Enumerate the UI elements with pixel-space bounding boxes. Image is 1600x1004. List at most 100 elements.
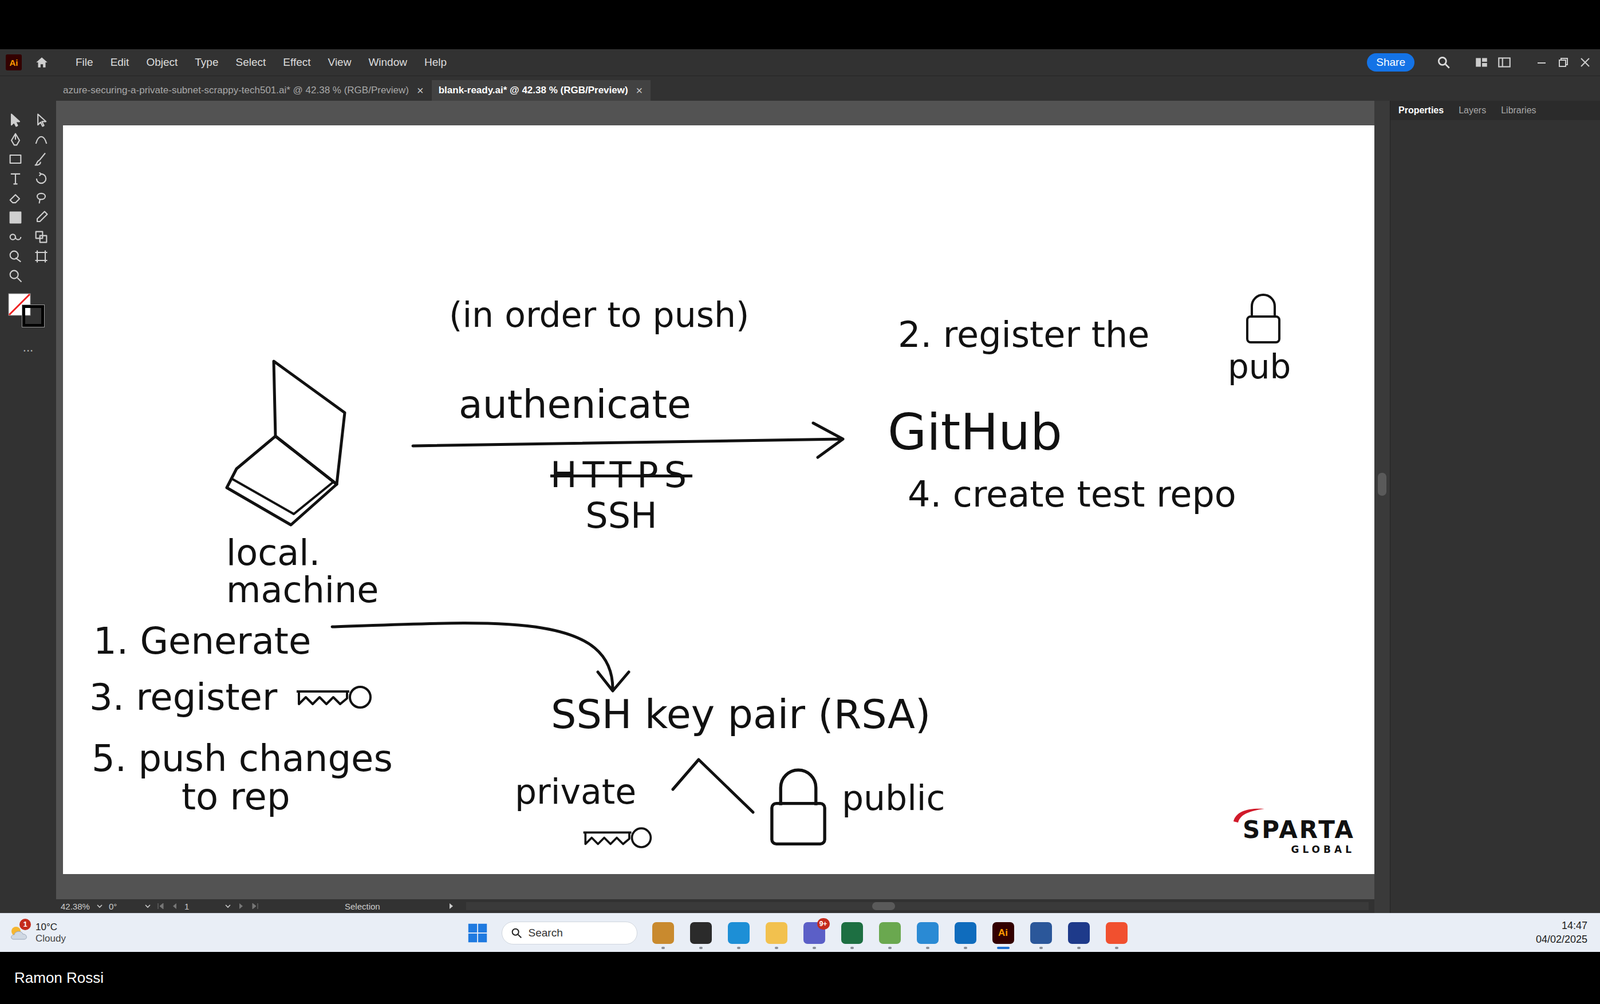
chevron-down-icon[interactable]	[224, 903, 232, 910]
rotation-field[interactable]: 0°	[108, 901, 139, 912]
arrange-documents-icon[interactable]	[1474, 54, 1489, 70]
label-line: local.	[226, 534, 379, 572]
rotate-tool-icon[interactable]	[33, 170, 50, 187]
menu-item[interactable]: Window	[368, 56, 408, 69]
taskbar-app[interactable]	[953, 917, 978, 950]
tab-close-button[interactable]: ×	[416, 84, 424, 98]
lasso-tool-icon[interactable]	[33, 190, 50, 207]
public-key-lock-icon	[765, 765, 832, 847]
shape-builder-tool-icon[interactable]	[7, 248, 24, 265]
step-2-text: 2. register the	[897, 316, 1150, 354]
home-icon[interactable]	[34, 54, 50, 70]
menu-item[interactable]: Edit	[110, 56, 130, 69]
blend-tool-icon[interactable]	[7, 229, 24, 246]
zoom-tool-icon[interactable]	[7, 268, 24, 285]
chevron-down-icon[interactable]	[96, 903, 104, 910]
weather-widget[interactable]: 110°CCloudy	[8, 921, 66, 945]
artboard-number-field[interactable]: 1	[184, 901, 219, 912]
search-icon	[510, 927, 523, 940]
workspace-icon[interactable]	[1496, 54, 1512, 70]
vertical-scrollbar[interactable]	[1374, 100, 1390, 914]
taskbar-app[interactable]	[764, 917, 789, 950]
note-text: (in order to push)	[448, 297, 750, 334]
taskbar-search-box[interactable]: Search	[501, 921, 638, 945]
status-menu-arrow-icon[interactable]	[447, 903, 455, 910]
brush-tool-icon[interactable]	[33, 151, 50, 168]
more-tools-button[interactable]: ...	[22, 340, 34, 356]
menu-item[interactable]: View	[328, 56, 352, 69]
panel-tab[interactable]: Libraries	[1500, 105, 1536, 116]
running-indicator	[850, 947, 854, 950]
pen-tool-icon[interactable]	[7, 131, 24, 148]
app-icon	[652, 922, 675, 945]
panel-tab[interactable]: Properties	[1398, 105, 1444, 116]
chevron-down-icon[interactable]	[144, 903, 152, 910]
taskbar-app[interactable]	[915, 917, 940, 950]
taskbar-app[interactable]	[1029, 917, 1054, 950]
direct-selection-tool-icon[interactable]	[33, 112, 50, 129]
running-indicator	[661, 947, 665, 950]
step-3-text: 3. register	[89, 678, 278, 717]
taskbar-app[interactable]	[1104, 917, 1129, 950]
app-icon	[954, 922, 977, 945]
panel-tab[interactable]: Layers	[1458, 105, 1487, 116]
app-icon	[727, 922, 750, 945]
menu-item[interactable]: Help	[424, 56, 447, 69]
close-icon[interactable]	[1578, 55, 1592, 70]
menu-item[interactable]: Effect	[282, 56, 311, 69]
running-indicator	[774, 947, 779, 950]
type-tool-icon[interactable]	[7, 170, 24, 187]
taskbar-app[interactable]	[688, 917, 713, 950]
search-icon[interactable]	[1436, 54, 1452, 70]
eraser-tool-icon[interactable]	[7, 190, 24, 207]
eyedropper-tool-icon[interactable]	[33, 209, 50, 226]
free-transform-tool-icon[interactable]	[33, 229, 50, 246]
artboard-tool-icon[interactable]	[33, 248, 50, 265]
stroke-black-icon[interactable]	[21, 304, 45, 328]
document-tab[interactable]: blank-ready.ai* @ 42.38 % (RGB/Preview)×	[431, 80, 652, 101]
selection-tool-icon[interactable]	[7, 112, 24, 129]
taskbar-app[interactable]	[877, 917, 902, 950]
gradient-tool-icon[interactable]	[7, 209, 24, 226]
next-artboard-icon[interactable]	[237, 903, 246, 910]
top-letterbox	[0, 0, 1600, 50]
rectangle-tool-icon[interactable]	[7, 151, 24, 168]
restore-icon[interactable]	[1556, 55, 1571, 70]
taskbar-app[interactable]	[840, 917, 865, 950]
taskbar-app[interactable]	[651, 917, 676, 950]
first-artboard-icon[interactable]	[156, 903, 165, 910]
weather-condition: Cloudy	[35, 933, 66, 945]
notification-badge: 9+	[817, 918, 830, 930]
artboard[interactable]: (in order to push)authenicateHTTPSSSH2. …	[62, 125, 1375, 875]
app-icon	[916, 922, 939, 945]
taskbar-app[interactable]	[1066, 917, 1091, 950]
taskbar-app[interactable]: Ai	[991, 917, 1016, 950]
curvature-tool-icon[interactable]	[33, 131, 50, 148]
previous-artboard-icon[interactable]	[170, 903, 179, 910]
private-key-icon	[294, 681, 373, 715]
menu-item[interactable]: Type	[194, 56, 219, 69]
app-icon: Ai	[992, 922, 1015, 945]
fill-stroke-swatches[interactable]	[8, 293, 49, 329]
tab-close-button[interactable]: ×	[636, 84, 644, 98]
share-button[interactable]: Share	[1366, 53, 1415, 72]
document-tab[interactable]: azure-securing-a-private-subnet-scrappy-…	[56, 80, 432, 101]
horizontal-scrollbar[interactable]	[466, 902, 1369, 911]
app-icon	[1105, 922, 1128, 945]
minimize-icon[interactable]	[1534, 55, 1549, 70]
step-1-text: 1. Generate	[93, 622, 311, 661]
protocol-label: HTTPS	[550, 456, 693, 494]
scrollbar-thumb[interactable]	[1377, 473, 1387, 496]
zoom-field[interactable]: 42.38%	[60, 901, 91, 912]
menu-item[interactable]: File	[75, 56, 94, 69]
scrollbar-thumb[interactable]	[872, 902, 896, 911]
last-artboard-icon[interactable]	[250, 903, 259, 910]
taskbar-app[interactable]: 9+	[802, 917, 827, 950]
menu-item[interactable]: Object	[146, 56, 178, 69]
taskbar-app[interactable]	[726, 917, 751, 950]
running-indicator	[737, 947, 741, 950]
illustrator-logo-icon[interactable]: Ai	[5, 54, 22, 71]
menu-item[interactable]: Select	[235, 56, 267, 69]
system-clock[interactable]: 14:4704/02/2025	[1535, 919, 1588, 947]
windows-start-icon[interactable]	[467, 923, 488, 944]
